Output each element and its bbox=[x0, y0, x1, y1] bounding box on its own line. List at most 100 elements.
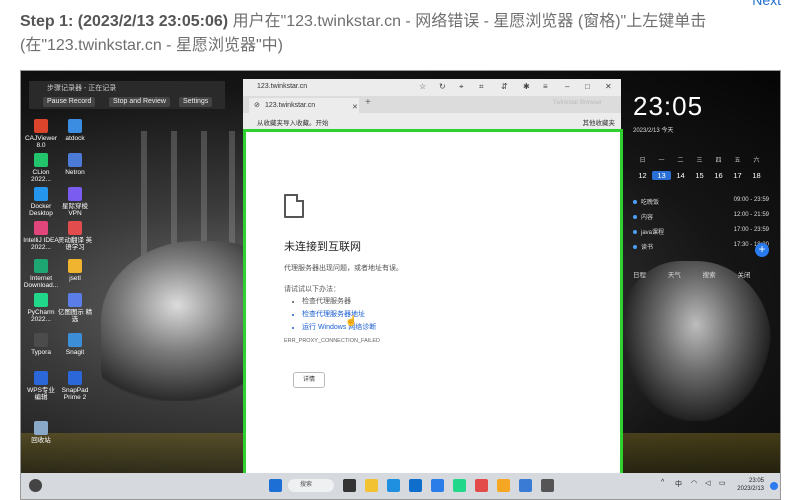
widget-footer-item[interactable]: 天气 bbox=[668, 272, 681, 279]
calendar-day[interactable]: 18 bbox=[747, 171, 766, 180]
refresh-icon[interactable]: ↻ bbox=[439, 82, 446, 91]
event-dot-icon bbox=[633, 245, 637, 249]
desktop-icon[interactable]: Internet Download... bbox=[23, 259, 59, 289]
weekday-label: 一 bbox=[658, 158, 665, 164]
widget-footer-item[interactable]: 搜索 bbox=[703, 272, 716, 279]
browser-name: Twinkstar Browser bbox=[553, 100, 603, 106]
maximize-icon[interactable]: □ bbox=[585, 82, 590, 91]
import-favorites-link[interactable]: 从收藏夹导入收藏。开始 bbox=[257, 117, 329, 127]
steps-recorder-window: 步骤记录器 - 正在记录 Pause Record Stop and Revie… bbox=[29, 81, 225, 109]
app-icon bbox=[34, 221, 48, 235]
tray-chevron-icon[interactable]: ^ bbox=[661, 479, 664, 486]
start-icon[interactable] bbox=[269, 479, 282, 492]
event-item[interactable]: 吃晚饭 09:00 - 23:59 bbox=[633, 197, 773, 207]
event-item[interactable]: 内容 12:00 - 21:59 bbox=[633, 212, 773, 222]
weekday-label: 三 bbox=[696, 158, 703, 164]
event-label: 内容 bbox=[641, 215, 654, 221]
desktop-icon[interactable]: Netron bbox=[57, 153, 93, 176]
extension-icon[interactable]: ✱ bbox=[523, 82, 530, 91]
calendar-day[interactable]: 13 bbox=[652, 171, 671, 180]
menu-icon[interactable]: ≡ bbox=[543, 82, 548, 91]
weather-icon[interactable] bbox=[29, 479, 42, 492]
pause-record-button[interactable]: Pause Record bbox=[43, 97, 96, 107]
vscode-icon[interactable] bbox=[431, 479, 444, 492]
battery-icon[interactable]: ▭ bbox=[719, 479, 726, 487]
app-icon bbox=[68, 293, 82, 307]
calendar-day[interactable]: 17 bbox=[728, 171, 747, 180]
globe-icon: ⊘ bbox=[254, 102, 260, 109]
add-event-button[interactable]: + bbox=[755, 243, 769, 257]
desktop-icon[interactable]: WPS专业 编辑 bbox=[23, 371, 59, 401]
calendar-widget: 23:05 2023/2/13 今天 日一二三四五六 12 13 14 15 16 17 1… bbox=[625, 85, 777, 465]
pycharm-icon[interactable] bbox=[453, 479, 466, 492]
minimize-icon[interactable]: – bbox=[565, 82, 569, 91]
widget-footer-item[interactable]: 关闭 bbox=[737, 272, 750, 279]
desktop-icon[interactable]: atdock bbox=[57, 119, 93, 142]
search-box[interactable]: 搜索 bbox=[288, 479, 334, 492]
store-icon[interactable] bbox=[409, 479, 422, 492]
desktop-icon[interactable]: CLion 2022... bbox=[23, 153, 59, 183]
desktop-icon[interactable]: Snagit bbox=[57, 333, 93, 356]
other-favorites[interactable]: 其他收藏夹 bbox=[583, 117, 616, 127]
notification-icon[interactable] bbox=[770, 482, 778, 490]
calendar-day[interactable]: 16 bbox=[709, 171, 728, 180]
wifi-icon[interactable]: ◠ bbox=[691, 479, 697, 487]
edge-icon[interactable] bbox=[387, 479, 400, 492]
garage-light bbox=[171, 131, 177, 261]
desktop-icon[interactable]: 亿图图示 精选 bbox=[57, 293, 93, 323]
desktop-icon-label: CAJViewer 8.0 bbox=[24, 135, 58, 149]
desktop-icon[interactable]: IntelliJ IDEA 2022... bbox=[23, 221, 59, 251]
crop-icon[interactable]: ⌗ bbox=[479, 82, 484, 92]
app-icon bbox=[68, 221, 82, 235]
desktop-icon[interactable]: CAJViewer 8.0 bbox=[23, 119, 59, 149]
desktop-icon[interactable]: 灵动翻译 英语学习 bbox=[57, 221, 93, 251]
new-tab-icon[interactable]: + bbox=[365, 97, 371, 108]
ime-indicator[interactable]: 中 bbox=[675, 479, 682, 489]
volume-icon[interactable]: ◁ bbox=[705, 479, 710, 487]
weekday-label: 日 bbox=[639, 158, 646, 164]
address-bar[interactable]: 123.twinkstar.cn bbox=[257, 83, 307, 90]
event-item[interactable]: java课程 17:00 - 23:59 bbox=[633, 227, 773, 237]
next-link[interactable]: Next bbox=[752, 0, 781, 8]
desktop-icon[interactable]: Docker Desktop bbox=[23, 187, 59, 217]
desktop-icon-label: CLion 2022... bbox=[31, 169, 51, 183]
taskbar-date: 2023/2/13 bbox=[737, 486, 764, 492]
desktop-icon[interactable]: Typora bbox=[23, 333, 59, 356]
star-icon[interactable]: ☆ bbox=[419, 82, 426, 91]
desktop-icon-label: 星际穿梭VPN bbox=[62, 203, 88, 217]
desktop-icon-label: jsetl bbox=[69, 275, 81, 282]
calendar-day[interactable]: 12 bbox=[633, 171, 652, 180]
recorder-icon[interactable] bbox=[541, 479, 554, 492]
event-item[interactable]: 读书 17:30 - 18:30 bbox=[633, 242, 773, 252]
calendar-day[interactable]: 14 bbox=[671, 171, 690, 180]
taskbar-clock[interactable]: 23:05 2023/2/13 bbox=[737, 477, 764, 493]
translate-icon[interactable]: ⇵ bbox=[501, 82, 508, 91]
close-icon[interactable]: ✕ bbox=[605, 82, 612, 91]
capture-icon[interactable]: ⌖ bbox=[459, 82, 464, 92]
suggestion-link[interactable]: 运行 Windows 网络诊断 bbox=[302, 321, 376, 334]
desktop-icon[interactable]: SnapPad Prime 2 bbox=[57, 371, 93, 401]
garage-light bbox=[141, 131, 147, 261]
desktop-icon[interactable]: PyCharm 2022... bbox=[23, 293, 59, 323]
app-icon[interactable] bbox=[519, 479, 532, 492]
suggestion-link[interactable]: 检查代理服务器地址 bbox=[302, 308, 376, 321]
app-icon bbox=[68, 259, 82, 273]
tab-active[interactable]: ⊘ 123.twinkstar.cn ✕ bbox=[249, 98, 359, 113]
settings-button[interactable]: Settings bbox=[179, 97, 213, 107]
desktop-icon[interactable]: 回收站 bbox=[23, 421, 59, 444]
error-page[interactable]: 未连接到互联网 代理服务器出现问题，或者地址有误。 请试试以下办法： 检查代理服… bbox=[243, 129, 623, 485]
recorder-title: 步骤记录器 - 正在记录 bbox=[47, 85, 117, 92]
desktop-icon[interactable]: jsetl bbox=[57, 259, 93, 282]
file-explorer-icon[interactable] bbox=[365, 479, 378, 492]
chrome-icon[interactable] bbox=[475, 479, 488, 492]
app-icon bbox=[34, 187, 48, 201]
twinkstar-icon[interactable] bbox=[497, 479, 510, 492]
desktop-icon-label: Netron bbox=[65, 169, 85, 176]
desktop-icon[interactable]: 星际穿梭VPN bbox=[57, 187, 93, 217]
stop-review-button[interactable]: Stop and Review bbox=[109, 97, 170, 107]
desktop-icon-label: Internet Download... bbox=[23, 275, 59, 289]
calendar-day[interactable]: 15 bbox=[690, 171, 709, 180]
task-view-icon[interactable] bbox=[343, 479, 356, 492]
details-button[interactable]: 详情 bbox=[293, 372, 325, 388]
widget-footer-item[interactable]: 日程 bbox=[633, 272, 646, 279]
